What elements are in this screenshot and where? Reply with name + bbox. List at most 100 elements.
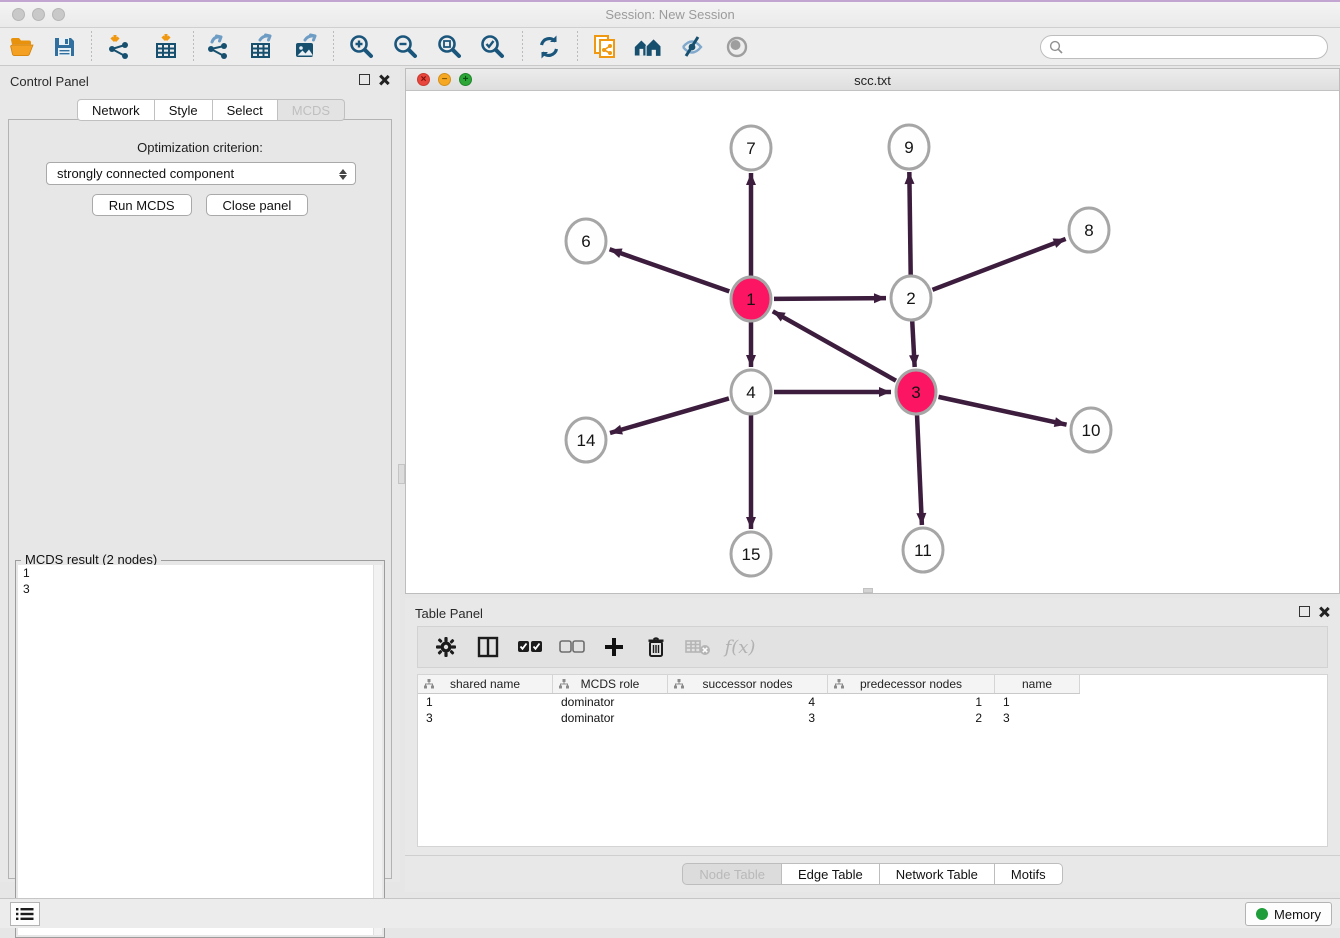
node-7[interactable]: 7 (731, 126, 771, 170)
cell-predecessor-nodes[interactable]: 2 (828, 710, 995, 726)
tab-style[interactable]: Style (155, 99, 213, 121)
cell-successor-nodes[interactable]: 3 (668, 710, 828, 726)
save-session-icon[interactable] (49, 33, 79, 61)
column-header-MCDS-role[interactable]: MCDS role (553, 675, 668, 693)
function-builder-icon: f(x) (726, 633, 754, 661)
zoom-in-icon[interactable] (347, 33, 377, 61)
cell-predecessor-nodes[interactable]: 1 (828, 694, 995, 710)
table-options-gear-icon[interactable] (432, 633, 460, 661)
criterion-dropdown[interactable]: strongly connected component (46, 162, 356, 185)
node-1[interactable]: 1 (731, 277, 771, 321)
mcds-result-line: 1 (18, 565, 382, 581)
node-6[interactable]: 6 (566, 219, 606, 263)
import-table-icon[interactable] (151, 33, 181, 61)
clone-network-icon[interactable] (590, 33, 620, 61)
optimization-criterion-label: Optimization criterion: (9, 140, 391, 155)
control-panel: Control Panel NetworkStyleSelectMCDS Opt… (0, 66, 400, 882)
edge-3-10[interactable] (938, 397, 1066, 425)
deselect-all-rows-icon[interactable] (558, 633, 586, 661)
edge-4-14[interactable] (610, 398, 729, 433)
close-panel-button[interactable]: Close panel (206, 194, 309, 216)
node-3[interactable]: 3 (896, 370, 936, 414)
tab-network-table[interactable]: Network Table (880, 863, 995, 885)
status-bar: Memory (0, 898, 1340, 928)
canvas-scroll-grip[interactable] (863, 588, 873, 593)
search-input[interactable] (1063, 37, 1327, 57)
hide-selected-icon[interactable] (677, 33, 707, 61)
add-column-icon[interactable] (600, 633, 628, 661)
node-2[interactable]: 2 (891, 276, 931, 320)
network-canvas[interactable]: 7 9 6 8 1 2 4 3 14 10 15 11 (406, 91, 1339, 593)
select-all-rows-icon[interactable] (516, 633, 544, 661)
application-window: Session: New Session (0, 0, 1340, 926)
network-title: scc.txt (406, 73, 1339, 88)
edge-1-6[interactable] (610, 249, 730, 291)
cell-successor-nodes[interactable]: 4 (668, 694, 828, 710)
column-type-icon (674, 679, 684, 689)
edge-1-2[interactable] (774, 298, 886, 299)
export-table-icon[interactable] (247, 33, 277, 61)
edge-3-1[interactable] (773, 311, 896, 380)
node-4[interactable]: 4 (731, 370, 771, 414)
table-row[interactable]: 1dominator411 (418, 694, 1080, 710)
tab-motifs[interactable]: Motifs (995, 863, 1063, 885)
column-header-successor-nodes[interactable]: successor nodes (668, 675, 828, 693)
export-network-icon[interactable] (203, 33, 233, 61)
float-panel-icon[interactable] (359, 74, 370, 85)
import-network-icon[interactable] (104, 33, 134, 61)
node-label: 11 (914, 541, 932, 560)
export-image-icon[interactable] (291, 33, 321, 61)
tab-select[interactable]: Select (213, 99, 278, 121)
cell-MCDS-role[interactable]: dominator (553, 710, 668, 726)
memory-button[interactable]: Memory (1245, 902, 1332, 926)
task-history-button[interactable] (10, 902, 40, 926)
edge-3-11[interactable] (917, 415, 922, 525)
zoom-selected-icon[interactable] (478, 33, 508, 61)
column-type-icon (834, 679, 844, 689)
search-field[interactable] (1040, 35, 1328, 59)
tab-node-table[interactable]: Node Table (682, 863, 782, 885)
node-9[interactable]: 9 (889, 125, 929, 169)
column-header-shared-name[interactable]: shared name (418, 675, 553, 693)
cell-shared-name[interactable]: 3 (418, 710, 553, 726)
close-panel-icon[interactable] (378, 74, 390, 86)
close-table-panel-icon[interactable] (1318, 606, 1330, 618)
panel-splitter-handle[interactable] (398, 464, 405, 484)
tab-edge-table[interactable]: Edge Table (782, 863, 880, 885)
network-window-titlebar[interactable]: × − + scc.txt (406, 69, 1339, 91)
cell-shared-name[interactable]: 1 (418, 694, 553, 710)
memory-label: Memory (1274, 907, 1321, 922)
cell-name[interactable]: 3 (995, 710, 1080, 726)
node-label: 7 (746, 139, 755, 158)
select-columns-icon[interactable] (474, 633, 502, 661)
cell-name[interactable]: 1 (995, 694, 1080, 710)
node-14[interactable]: 14 (566, 418, 606, 462)
refresh-view-icon[interactable] (534, 33, 564, 61)
edge-2-9[interactable] (909, 172, 910, 275)
mcds-result-textarea[interactable]: 13 (18, 565, 382, 935)
open-session-icon[interactable] (7, 33, 37, 61)
node-10[interactable]: 10 (1071, 408, 1111, 452)
cell-MCDS-role[interactable]: dominator (553, 694, 668, 710)
node-15[interactable]: 15 (731, 532, 771, 576)
tab-network[interactable]: Network (77, 99, 155, 121)
edge-2-8[interactable] (932, 239, 1065, 290)
show-all-icon[interactable] (722, 33, 752, 61)
node-11[interactable]: 11 (903, 528, 943, 572)
zoom-out-icon[interactable] (391, 33, 421, 61)
delete-column-icon[interactable] (642, 633, 670, 661)
run-mcds-button[interactable]: Run MCDS (92, 194, 192, 216)
first-neighbors-icon[interactable] (632, 33, 662, 61)
node-8[interactable]: 8 (1069, 208, 1109, 252)
window-title: Session: New Session (0, 7, 1340, 22)
column-header-predecessor-nodes[interactable]: predecessor nodes (828, 675, 995, 693)
column-header-name[interactable]: name (995, 675, 1080, 693)
tab-mcds[interactable]: MCDS (278, 99, 345, 121)
result-scrollbar[interactable] (373, 565, 382, 935)
table-row[interactable]: 3dominator323 (418, 710, 1080, 726)
float-table-panel-icon[interactable] (1299, 606, 1310, 617)
zoom-fit-icon[interactable] (435, 33, 465, 61)
toolbar-separator (193, 31, 194, 63)
node-label: 10 (1082, 421, 1101, 440)
edge-2-3[interactable] (912, 321, 914, 367)
